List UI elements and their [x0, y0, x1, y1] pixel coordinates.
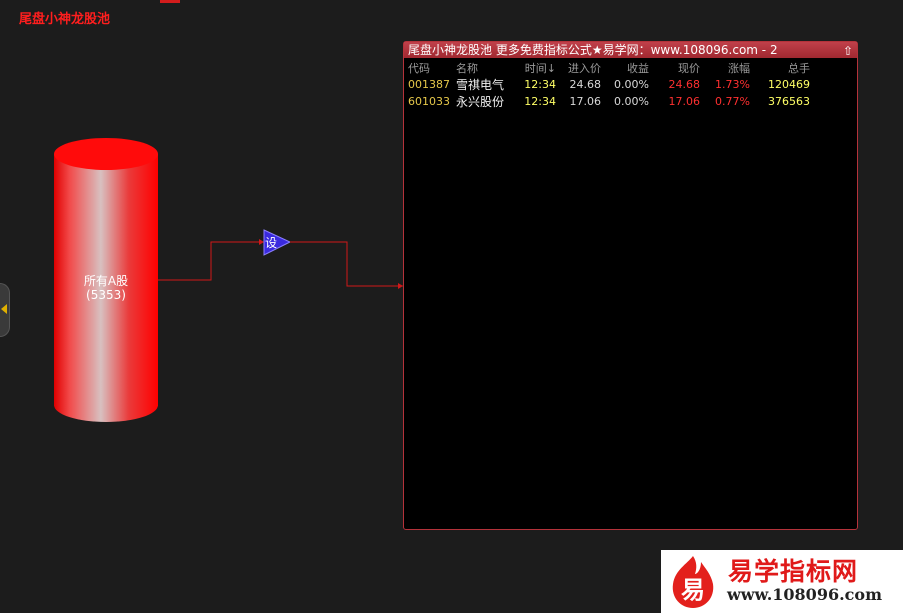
- cell-name: 雪祺电气: [456, 78, 505, 92]
- stock-pool-panel: 尾盘小神龙股池 更多免费指标公式★易学网：www.108096.com - 2 …: [403, 41, 858, 530]
- connector-filter-to-panel: [290, 241, 403, 287]
- column-header-current-price[interactable]: 现价: [649, 60, 700, 76]
- column-header-return[interactable]: 收益: [601, 60, 649, 76]
- column-header-change-pct[interactable]: 涨幅: [700, 60, 750, 76]
- cell-change-pct: 0.77%: [715, 95, 750, 108]
- column-header-time[interactable]: 时间↓: [522, 60, 556, 76]
- column-header-volume[interactable]: 总手: [750, 60, 810, 76]
- column-header-name[interactable]: 名称: [456, 60, 522, 76]
- cell-code: 001387: [408, 78, 450, 91]
- collapse-up-icon[interactable]: ⇧: [843, 43, 853, 59]
- panel-header[interactable]: 尾盘小神龙股池 更多免费指标公式★易学网：www.108096.com - 2 …: [404, 42, 857, 58]
- brand-logo-char: 易: [681, 576, 705, 604]
- table-row[interactable]: 001387 雪祺电气 12:34 24.68 0.00% 24.68 1.73…: [404, 76, 810, 93]
- cell-name: 永兴股份: [456, 95, 505, 109]
- cell-current-price: 24.68: [668, 78, 701, 91]
- column-header-entry-price[interactable]: 进入价: [556, 60, 601, 76]
- table-row[interactable]: 601033 永兴股份 12:34 17.06 0.00% 17.06 0.77…: [404, 93, 810, 110]
- cell-change-pct: 1.73%: [715, 78, 750, 91]
- cell-entry-price: 24.68: [569, 78, 602, 91]
- connector-arrowhead-1: [259, 239, 264, 245]
- brand-watermark: 易 易学指标网 www.108096.com: [661, 550, 903, 613]
- cell-code: 601033: [408, 95, 450, 108]
- cell-time: 12:34: [524, 95, 556, 108]
- connector-source-to-filter: [158, 241, 264, 281]
- brand-name: 易学指标网: [728, 557, 859, 586]
- cell-return: 0.00%: [614, 78, 649, 91]
- column-header-code[interactable]: 代码: [404, 60, 456, 76]
- brand-url: www.108096.com: [727, 585, 882, 604]
- cell-volume: 120469: [768, 78, 810, 91]
- filter-node-label[interactable]: 设: [265, 234, 277, 251]
- table-header-row: 代码 名称 时间↓ 进入价 收益 现价 涨幅 总手: [404, 60, 810, 76]
- cell-return: 0.00%: [614, 95, 649, 108]
- brand-logo: 易: [667, 554, 719, 610]
- stock-table: 代码 名称 时间↓ 进入价 收益 现价 涨幅 总手 001387 雪祺电气 12…: [404, 60, 810, 110]
- cell-entry-price: 17.06: [569, 95, 602, 108]
- cell-current-price: 17.06: [668, 95, 701, 108]
- cell-time: 12:34: [524, 78, 556, 91]
- panel-title: 尾盘小神龙股池 更多免费指标公式★易学网：www.108096.com - 2: [408, 43, 778, 57]
- cell-volume: 376563: [768, 95, 810, 108]
